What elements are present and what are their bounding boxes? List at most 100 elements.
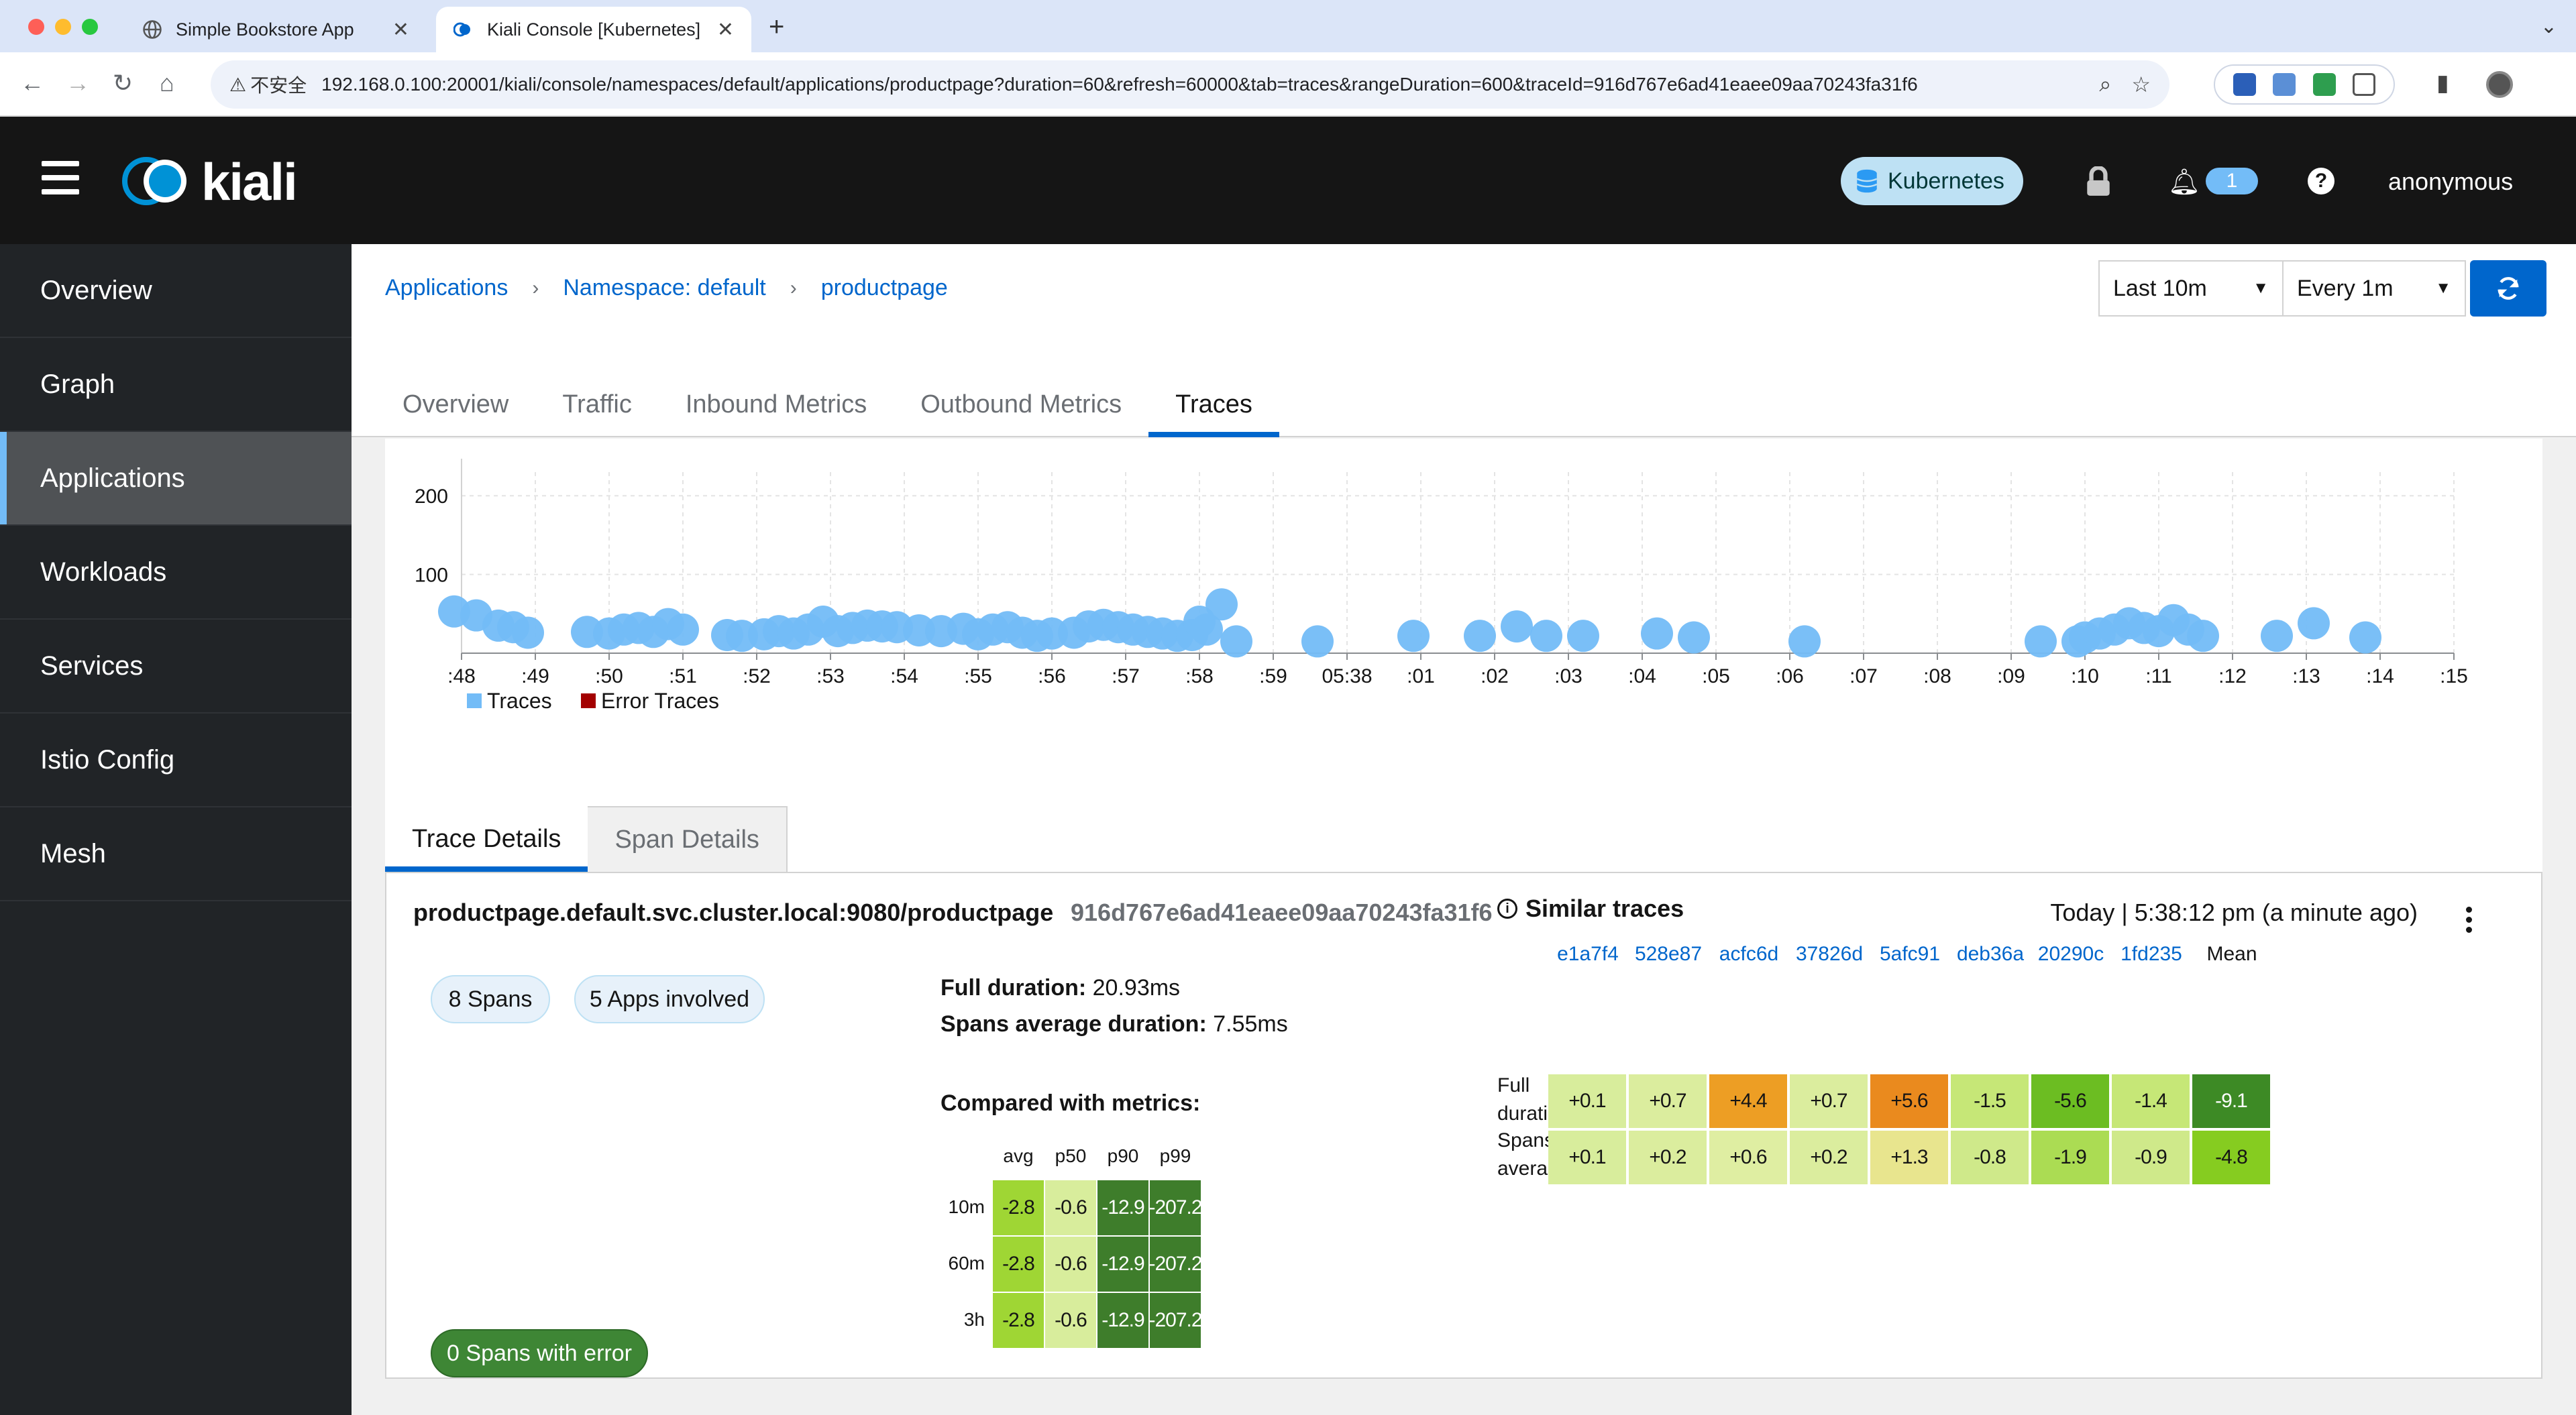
breadcrumb-namespace[interactable]: Namespace: default [563, 275, 765, 301]
tab-trace-details[interactable]: Trace Details [385, 806, 588, 872]
browser-toolbar: ← → ↻ ⌂ ⚠ 不安全 192.168.0.100:20001/kiali/… [0, 52, 2576, 117]
similar-trace-cell: -9.1 [2192, 1074, 2270, 1128]
trace-point [2349, 621, 2381, 654]
notification-count-badge[interactable]: 1 [2206, 168, 2258, 194]
trace-service-name: productpage.default.svc.cluster.local:90… [413, 899, 1054, 926]
minimize-window-button[interactable] [55, 19, 71, 35]
browser-tab-kiali[interactable]: Kiali Console [Kubernetes] ✕ [436, 7, 751, 52]
help-icon[interactable]: ? [2308, 168, 2334, 194]
browser-tab-title: Simple Bookstore App [176, 19, 354, 40]
trace-id: 916d767e6ad41eaee09aa70243fa31f6 [1071, 899, 1493, 926]
home-icon[interactable]: ⌂ [160, 70, 174, 97]
tab-inbound-metrics[interactable]: Inbound Metrics [659, 382, 894, 437]
extension-icon[interactable] [2273, 73, 2296, 96]
sidebar-item-graph[interactable]: Graph [0, 338, 352, 432]
trace-point [1220, 625, 1252, 658]
metrics-cell: -0.6 [1045, 1237, 1096, 1292]
similar-trace-link[interactable]: 1fd235 [2112, 943, 2191, 966]
similar-trace-cell: +1.3 [1870, 1131, 1948, 1184]
similar-trace-link[interactable]: 5afc91 [1870, 943, 1949, 966]
trace-point [2187, 620, 2219, 653]
breadcrumb-app[interactable]: productpage [821, 275, 948, 301]
tab-span-details[interactable]: Span Details [588, 806, 788, 872]
x-tick-label: :05 [1702, 665, 1730, 687]
similar-trace-link[interactable]: acfc6d [1709, 943, 1788, 966]
tab-outbound-metrics[interactable]: Outbound Metrics [894, 382, 1148, 437]
refresh-interval-select[interactable]: Every 1m ▼ [2284, 260, 2466, 317]
extension-icon[interactable] [2233, 73, 2256, 96]
puzzle-icon[interactable] [2353, 73, 2376, 96]
similar-trace-link[interactable]: deb36a [1951, 943, 2030, 966]
globe-icon [143, 20, 162, 39]
extension-icon[interactable] [2312, 73, 2336, 96]
breadcrumb-applications[interactable]: Applications [385, 275, 508, 301]
zoom-icon[interactable]: ⌕ [2099, 72, 2111, 97]
close-icon[interactable]: ✕ [392, 18, 409, 42]
profile-avatar[interactable] [2486, 71, 2513, 98]
similar-trace-cell: +0.2 [1790, 1131, 1868, 1184]
time-range-select[interactable]: Last 10m ▼ [2098, 260, 2284, 317]
maximize-window-button[interactable] [82, 19, 98, 35]
reload-icon[interactable]: ↻ [113, 70, 133, 97]
close-icon[interactable]: ✕ [717, 18, 734, 42]
similar-trace-link[interactable]: 528e87 [1629, 943, 1708, 966]
similar-trace-link[interactable]: 20290c [2031, 943, 2110, 966]
kebab-menu-icon[interactable] [2466, 907, 2473, 937]
forward-icon[interactable]: → [66, 70, 90, 97]
x-tick-label: :13 [2292, 665, 2320, 687]
similar-trace-cell: +0.1 [1548, 1131, 1626, 1184]
info-icon: i [1497, 899, 1517, 919]
back-icon[interactable]: ← [20, 70, 44, 97]
x-tick-label: :14 [2366, 665, 2394, 687]
side-panel-icon[interactable]: ▮ [2436, 70, 2449, 97]
trace-point [2298, 607, 2330, 640]
x-tick-label: :49 [521, 665, 549, 687]
sidebar-item-services[interactable]: Services [0, 620, 352, 714]
metrics-cell: -2.8 [993, 1293, 1044, 1348]
sidebar-item-workloads[interactable]: Workloads [0, 526, 352, 620]
address-bar[interactable]: ⚠ 不安全 192.168.0.100:20001/kiali/console/… [211, 60, 2169, 109]
chevron-right-icon: › [532, 276, 539, 299]
tab-overview[interactable]: Overview [376, 382, 535, 437]
y-tick-label: 100 [415, 565, 448, 587]
similar-trace-link[interactable]: 37826d [1790, 943, 1869, 966]
close-window-button[interactable] [28, 19, 44, 35]
hamburger-menu-icon[interactable] [42, 161, 79, 194]
x-tick-label: :55 [964, 665, 992, 687]
trace-point [667, 613, 699, 646]
url-text[interactable]: 192.168.0.100:20001/kiali/console/namesp… [321, 74, 2079, 95]
tab-traces[interactable]: Traces [1148, 382, 1279, 437]
sidebar-item-istio-config[interactable]: Istio Config [0, 714, 352, 807]
masthead: kiali Kubernetes 🔔︎ 1 ? anonymous [0, 117, 2576, 244]
full-duration-value: 20.93ms [1092, 975, 1181, 1001]
tab-traffic[interactable]: Traffic [535, 382, 658, 437]
metrics-cell: -0.6 [1045, 1293, 1096, 1348]
x-tick-label: :04 [1628, 665, 1656, 687]
similar-trace-link[interactable]: e1a7f4 [1548, 943, 1627, 966]
sidebar-item-overview[interactable]: Overview [0, 244, 352, 338]
bell-icon[interactable]: 🔔︎ [2168, 168, 2200, 197]
compared-with-metrics-title: Compared with metrics: [941, 1090, 1201, 1116]
metrics-cell: -12.9 [1097, 1293, 1148, 1348]
x-tick-label: :08 [1923, 665, 1951, 687]
user-menu[interactable]: anonymous [2388, 168, 2513, 196]
metrics-column-header: avg [1003, 1145, 1034, 1166]
refresh-button[interactable] [2470, 260, 2546, 317]
trace-point [1464, 620, 1496, 653]
browser-tab-bookstore[interactable]: Simple Bookstore App ✕ [125, 7, 427, 52]
x-tick-label: :07 [1849, 665, 1878, 687]
sidebar-item-mesh[interactable]: Mesh [0, 807, 352, 901]
lock-icon[interactable] [2084, 166, 2113, 197]
avg-duration: Spans average duration: 7.55ms [941, 1011, 1288, 1037]
metrics-cell: -2.8 [993, 1237, 1044, 1292]
x-tick-label: :58 [1185, 665, 1214, 687]
x-tick-label: :59 [1259, 665, 1287, 687]
chevron-down-icon[interactable]: ⌄ [2540, 15, 2557, 38]
sidebar-item-applications[interactable]: Applications [0, 432, 352, 526]
legend-swatch-error-traces [581, 693, 596, 708]
new-tab-icon[interactable]: + [769, 12, 784, 42]
similar-traces-label: Similar traces [1525, 895, 1684, 922]
bookmark-star-icon[interactable]: ☆ [2131, 72, 2151, 97]
x-tick-label: :03 [1554, 665, 1582, 687]
kiali-logo-text: kiali [201, 152, 298, 211]
